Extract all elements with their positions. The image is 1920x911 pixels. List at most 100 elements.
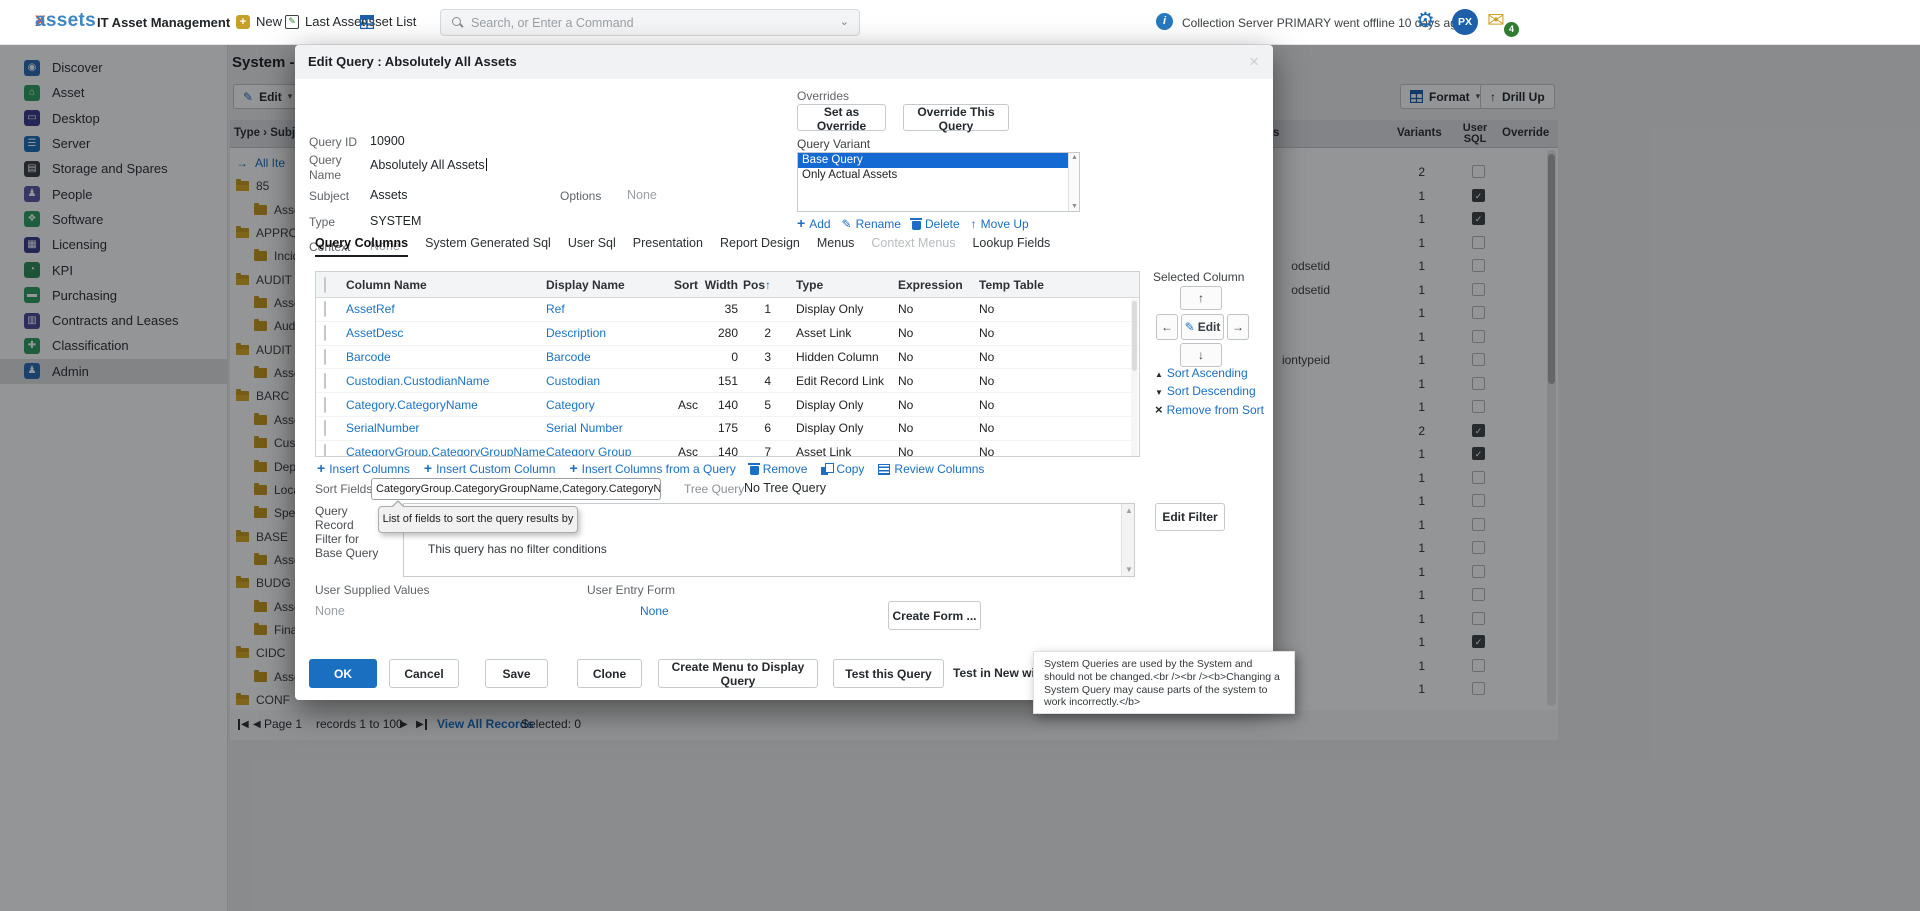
button-test-this-query[interactable]: Test this Query — [833, 659, 944, 688]
list-icon — [878, 464, 890, 475]
column-name-link[interactable]: SerialNumber — [346, 421, 546, 435]
display-name-link[interactable]: Ref — [546, 302, 666, 316]
header-sort[interactable]: Sort — [666, 278, 698, 292]
tab-menus[interactable]: Menus — [817, 236, 855, 257]
display-name-link[interactable]: Description — [546, 326, 666, 340]
row-checkbox[interactable] — [324, 301, 326, 317]
type-value: SYSTEM — [370, 214, 421, 228]
chevron-down-icon[interactable]: ⌄ — [840, 15, 849, 28]
scroll-down-icon[interactable]: ▼ — [1125, 565, 1133, 574]
button-save[interactable]: Save — [485, 659, 548, 688]
display-name-link[interactable]: Serial Number — [546, 421, 666, 435]
row-checkbox[interactable] — [324, 325, 326, 341]
tab-presentation[interactable]: Presentation — [633, 236, 703, 257]
header-column-name[interactable]: Column Name — [346, 278, 546, 292]
tab-system-generated-sql[interactable]: System Generated Sql — [425, 236, 551, 257]
grid-actions: Insert Columns Insert Custom Column Insert… — [317, 462, 984, 476]
query-columns-grid: Column Name Display Name Sort Width Pos↑… — [315, 271, 1140, 457]
plus-icon — [424, 462, 432, 476]
display-name-link[interactable]: Category — [546, 398, 666, 412]
button-create-menu-to-display-query[interactable]: Create Menu to Display Query — [658, 659, 818, 688]
grid-scrollbar[interactable] — [1131, 299, 1138, 456]
row-checkbox[interactable] — [324, 420, 326, 436]
insert-custom-column-link[interactable]: Insert Custom Column — [424, 462, 556, 476]
user-supplied-values-label: User Supplied Values — [315, 583, 430, 597]
row-checkbox[interactable] — [324, 349, 326, 365]
search-input[interactable]: Search, or Enter a Command ⌄ — [440, 9, 860, 36]
sort-fields-input[interactable]: CategoryGroup.CategoryGroupName,Category… — [371, 478, 661, 500]
tab-lookup-fields[interactable]: Lookup Fields — [972, 236, 1050, 257]
move-column-left-button[interactable]: ← — [1156, 314, 1178, 340]
insert-columns-from-a-query-link[interactable]: Insert Columns from a Query — [569, 462, 735, 476]
tab-user-sql[interactable]: User Sql — [568, 236, 616, 257]
variant-option-base-query[interactable]: Base Query — [798, 153, 1068, 168]
move-column-down-button[interactable]: ↓ — [1180, 343, 1222, 367]
move-column-up-button[interactable]: ↑ — [1180, 286, 1222, 310]
column-name-link[interactable]: Custodian.CustodianName — [346, 374, 546, 388]
display-name-link[interactable]: Barcode — [546, 350, 666, 364]
tab-query-columns[interactable]: Query Columns — [315, 236, 408, 257]
remove-link[interactable]: Remove — [750, 462, 808, 476]
column-name-link[interactable]: CategoryGroup.CategoryGroupName — [346, 445, 546, 457]
tab-context-menus[interactable]: Context Menus — [871, 236, 955, 257]
remove-from-sort-link[interactable]: Remove from Sort — [1155, 402, 1264, 417]
move-up-link[interactable]: Move Up — [971, 217, 1029, 231]
variant-option-only-actual-assets[interactable]: Only Actual Assets — [798, 168, 1068, 183]
pos-cell: 2 — [738, 326, 771, 340]
display-name-link[interactable]: Custodian — [546, 374, 666, 388]
move-column-right-button[interactable]: → — [1227, 314, 1249, 340]
new-button[interactable]: + New — [236, 14, 282, 29]
select-all-checkbox[interactable] — [324, 277, 326, 293]
info-icon[interactable]: i — [1156, 13, 1173, 30]
button-clone[interactable]: Clone — [577, 659, 642, 688]
row-checkbox[interactable] — [324, 444, 326, 457]
mail-icon[interactable]: ✉ — [1487, 8, 1505, 33]
review-columns-link[interactable]: Review Columns — [878, 462, 984, 476]
user-entry-form-link[interactable]: None — [640, 604, 669, 618]
override-this-query-button[interactable]: Override This Query — [903, 104, 1009, 131]
scroll-down-icon[interactable]: ▼ — [1071, 203, 1078, 210]
gear-icon[interactable]: ⚙ — [1416, 8, 1435, 33]
variant-actions: Add Rename Delete Move Up — [797, 217, 1029, 231]
column-name-link[interactable]: AssetDesc — [346, 326, 546, 340]
column-name-link[interactable]: Category.CategoryName — [346, 398, 546, 412]
copy-link[interactable]: Copy — [821, 462, 864, 476]
filter-scrollbar[interactable]: ▲▼ — [1121, 504, 1134, 576]
sort-ascending-link[interactable]: Sort Ascending — [1155, 366, 1264, 380]
avatar[interactable]: PX — [1452, 9, 1478, 35]
table-row: Custodian.CustodianNameCustodian1514Edit… — [316, 369, 1139, 393]
create-form-button[interactable]: Create Form ... — [888, 601, 981, 630]
insert-columns-link[interactable]: Insert Columns — [317, 462, 410, 476]
button-cancel[interactable]: Cancel — [389, 659, 459, 688]
sort-descending-link[interactable]: Sort Descending — [1155, 384, 1264, 398]
add-link[interactable]: Add — [797, 217, 831, 231]
edit-column-button[interactable]: Edit — [1181, 314, 1224, 340]
row-checkbox[interactable] — [324, 373, 326, 389]
header-display-name[interactable]: Display Name — [546, 278, 666, 292]
header-type[interactable]: Type — [771, 278, 898, 292]
header-width[interactable]: Width — [698, 278, 738, 292]
grid-scrollbar-thumb[interactable] — [1132, 301, 1137, 371]
header-expression[interactable]: Expression — [898, 278, 964, 292]
sort-fields-label: Sort Fields — [315, 482, 372, 496]
asset-list-button[interactable]: Asset List — [360, 14, 416, 29]
listbox-scrollbar[interactable]: ▲▼ — [1068, 153, 1079, 211]
rename-link[interactable]: Rename — [842, 217, 901, 231]
scroll-up-icon[interactable]: ▲ — [1125, 506, 1133, 515]
header-pos[interactable]: Pos↑ — [738, 278, 771, 292]
close-icon[interactable]: × — [1249, 52, 1259, 72]
query-name-input[interactable]: Absolutely All Assets — [370, 158, 487, 172]
button-ok[interactable]: OK — [309, 659, 377, 688]
scroll-up-icon[interactable]: ▲ — [1071, 154, 1078, 161]
delete-link[interactable]: Delete — [912, 217, 960, 231]
header-temp-table[interactable]: Temp Table — [964, 278, 1139, 292]
last-asset-button[interactable]: ✎ Last Asset — [285, 14, 365, 29]
tab-report-design[interactable]: Report Design — [720, 236, 800, 257]
column-name-link[interactable]: Barcode — [346, 350, 546, 364]
trash-icon — [750, 463, 759, 475]
column-name-link[interactable]: AssetRef — [346, 302, 546, 316]
row-checkbox[interactable] — [324, 397, 326, 413]
edit-filter-button[interactable]: Edit Filter — [1155, 503, 1225, 531]
set-as-override-button[interactable]: Set as Override — [797, 104, 886, 131]
display-name-link[interactable]: Category Group — [546, 445, 666, 457]
